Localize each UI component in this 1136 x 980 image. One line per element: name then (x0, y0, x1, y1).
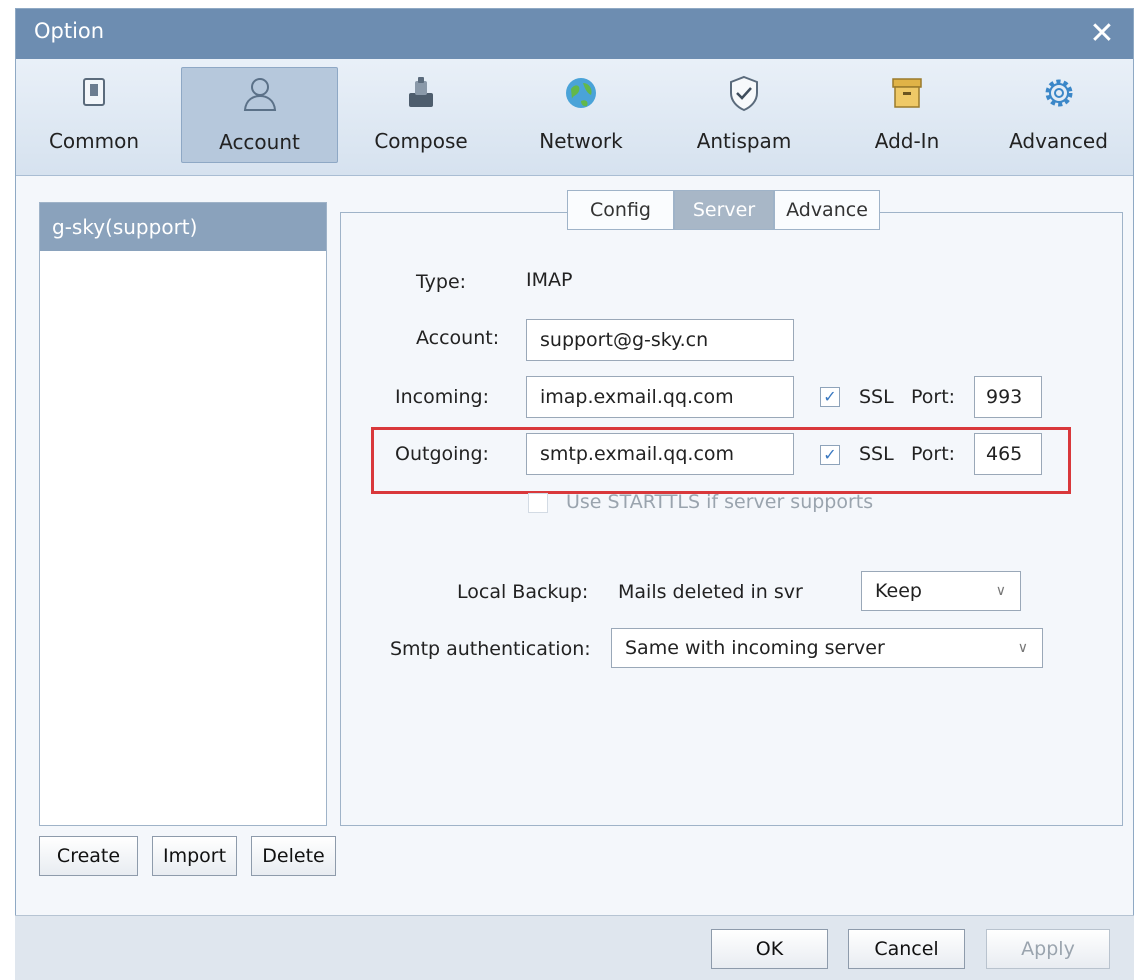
toolbar-network-label: Network (539, 129, 623, 153)
title-bar: Option ✕ (16, 9, 1133, 59)
outgoing-ssl-label: SSL (859, 443, 894, 465)
tab-advance[interactable]: Advance (774, 190, 880, 230)
mails-deleted-label: Mails deleted in svr (618, 581, 803, 603)
outgoing-port-label: Port: (911, 443, 956, 465)
close-icon[interactable]: ✕ (1087, 19, 1117, 49)
ok-button[interactable]: OK (711, 929, 828, 969)
outgoing-ssl-checkbox[interactable]: ✓ (820, 445, 840, 465)
outgoing-label: Outgoing: (395, 443, 489, 465)
network-icon (566, 78, 596, 108)
delete-button[interactable]: Delete (251, 836, 336, 876)
option-toolbar: Common Account Compose Network Antispam … (16, 59, 1133, 176)
smtp-auth-value: Same with incoming server (625, 637, 885, 659)
account-list-item[interactable]: g-sky(support) (40, 203, 326, 251)
toolbar-addin[interactable]: Add-In (842, 67, 972, 163)
account-list[interactable]: g-sky(support) (39, 202, 327, 826)
starttls-checkbox[interactable] (528, 493, 548, 513)
incoming-ssl-checkbox[interactable]: ✓ (820, 387, 840, 407)
account-field[interactable]: support@g-sky.cn (526, 319, 794, 361)
toolbar-antispam-label: Antispam (696, 129, 792, 153)
common-icon (83, 78, 105, 106)
incoming-ssl-label: SSL (859, 386, 894, 408)
chevron-down-icon: ∨ (995, 583, 1006, 599)
incoming-server-field[interactable]: imap.exmail.qq.com (526, 376, 794, 418)
toolbar-addin-label: Add-In (874, 129, 940, 153)
type-label: Type: (416, 271, 467, 293)
antispam-icon (730, 75, 758, 112)
cancel-button[interactable]: Cancel (848, 929, 965, 969)
dialog-footer (15, 915, 1134, 980)
incoming-port-label: Port: (911, 386, 956, 408)
toolbar-compose-label: Compose (374, 129, 468, 153)
compose-icon (409, 77, 433, 107)
outgoing-server-field[interactable]: smtp.exmail.qq.com (526, 433, 794, 475)
smtp-auth-dropdown[interactable]: Same with incoming server ∨ (611, 628, 1043, 668)
create-button[interactable]: Create (39, 836, 138, 876)
smtp-auth-label: Smtp authentication: (390, 638, 591, 660)
account-icon (243, 78, 276, 111)
addin-icon (892, 78, 922, 108)
toolbar-advanced-label: Advanced (1009, 129, 1108, 153)
toolbar-compose[interactable]: Compose (356, 67, 486, 163)
settings-tabs: Config Server Advance (567, 190, 880, 230)
account-label: Account: (416, 327, 500, 349)
advanced-icon (1045, 79, 1072, 107)
outgoing-port-field[interactable]: 465 (974, 433, 1042, 475)
window-title: Option (34, 19, 105, 43)
tab-config[interactable]: Config (567, 190, 674, 230)
mails-deleted-dropdown[interactable]: Keep ∨ (861, 571, 1021, 611)
toolbar-network[interactable]: Network (516, 67, 646, 163)
incoming-label: Incoming: (395, 386, 490, 408)
toolbar-common[interactable]: Common (29, 67, 159, 163)
starttls-label: Use STARTTLS if server supports (566, 491, 874, 513)
chevron-down-icon: ∨ (1017, 640, 1028, 656)
tab-server[interactable]: Server (674, 190, 774, 230)
server-panel (340, 212, 1123, 826)
toolbar-common-label: Common (48, 129, 140, 153)
import-button[interactable]: Import (152, 836, 237, 876)
toolbar-account[interactable]: Account (181, 67, 338, 163)
toolbar-antispam[interactable]: Antispam (674, 67, 814, 163)
toolbar-advanced[interactable]: Advanced (991, 67, 1126, 163)
apply-button[interactable]: Apply (986, 929, 1110, 969)
incoming-port-field[interactable]: 993 (974, 376, 1042, 418)
mails-deleted-value: Keep (875, 580, 922, 602)
local-backup-label: Local Backup: (457, 581, 589, 603)
toolbar-account-label: Account (219, 130, 300, 154)
type-value: IMAP (526, 269, 573, 291)
